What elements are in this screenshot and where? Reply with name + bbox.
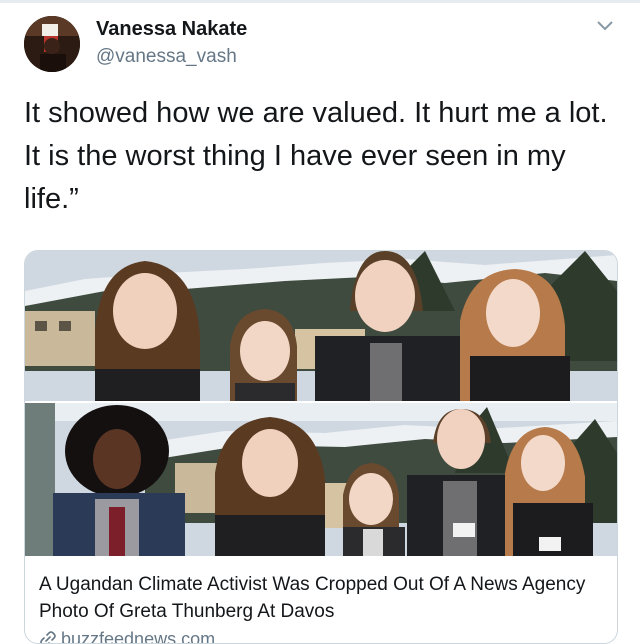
author-handle[interactable]: @vanessa_vash — [96, 46, 237, 68]
card-photo-cropped[interactable] — [25, 251, 617, 401]
chevron-down-icon[interactable] — [592, 16, 618, 36]
avatar[interactable] — [24, 16, 80, 72]
link-icon — [40, 631, 56, 643]
card-domain[interactable]: buzzfeednews.com — [39, 629, 216, 644]
card-photo-original[interactable] — [25, 403, 617, 556]
tweet-text: It showed how we are valued. It hurt me … — [24, 97, 608, 215]
card-domain-text: buzzfeednews.com — [61, 629, 216, 644]
link-card[interactable]: A Ugandan Climate Activist Was Cropped O… — [24, 250, 618, 644]
author-name[interactable]: Vanessa Nakate — [96, 18, 247, 41]
top-divider — [0, 0, 640, 3]
card-title[interactable]: A Ugandan Climate Activist Was Cropped O… — [39, 571, 605, 625]
